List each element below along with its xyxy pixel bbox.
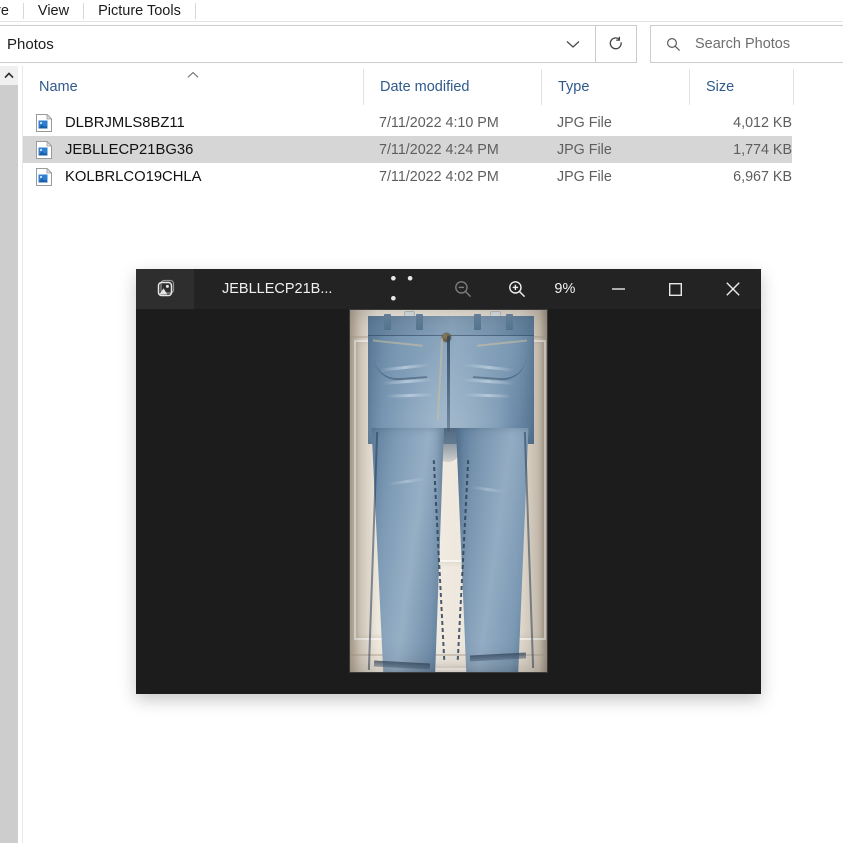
tab-view-label: View: [37, 2, 70, 19]
column-header-name-label: Name: [39, 79, 78, 95]
minimize-icon: [612, 288, 625, 290]
viewer-titlebar[interactable]: JEBLLECP21B... • • • 9%: [136, 269, 761, 309]
file-name: JEBLLECP21BG36: [65, 141, 194, 158]
jpg-file-icon: [23, 140, 65, 159]
chevron-up-icon: [4, 71, 14, 78]
zoom-out-icon: [455, 281, 472, 298]
zoom-level-label: 9%: [554, 281, 576, 297]
column-header-date-modified[interactable]: Date modified: [363, 69, 541, 105]
belt-loop: [506, 314, 513, 330]
column-header-size[interactable]: Size: [689, 69, 793, 105]
file-date-modified: 7/11/2022 4:10 PM: [379, 114, 499, 131]
viewer-image-canvas[interactable]: [136, 309, 761, 694]
zoom-in-icon: [509, 281, 526, 298]
jpg-file-icon: [23, 167, 65, 186]
ribbon-tab-strip: re View Picture Tools: [0, 0, 843, 21]
file-date-modified: 7/11/2022 4:24 PM: [379, 141, 499, 158]
file-size: 1,774 KB: [733, 141, 792, 158]
search-icon: [651, 37, 695, 52]
ribbon-divider-3: [194, 2, 196, 19]
sort-ascending-icon: [187, 71, 200, 79]
file-size: 6,967 KB: [733, 168, 792, 185]
zoom-out-button[interactable]: [442, 269, 484, 309]
address-bar[interactable]: Photos: [0, 25, 596, 63]
tab-share-label: re: [0, 2, 9, 19]
tab-view[interactable]: View: [24, 0, 83, 21]
outseam-right: [523, 432, 535, 668]
more-options-button[interactable]: • • •: [390, 269, 432, 309]
refresh-icon: [609, 36, 622, 49]
column-header-row: Name Date modified Type Size: [23, 69, 843, 105]
table-row[interactable]: KOLBRLCO19CHLA 7/11/2022 4:02 PM JPG Fil…: [23, 163, 792, 190]
maximize-icon: [669, 282, 682, 296]
search-input[interactable]: Search Photos: [650, 25, 843, 63]
breadcrumb[interactable]: Photos: [0, 36, 551, 53]
column-header-size-label: Size: [706, 79, 735, 95]
belt-loop: [416, 314, 423, 330]
jeans-fly-seam: [447, 336, 450, 432]
column-header-name[interactable]: Name: [23, 69, 363, 105]
file-size: 4,012 KB: [733, 114, 792, 131]
photos-app-icon[interactable]: [136, 269, 194, 309]
table-row[interactable]: JEBLLECP21BG36 7/11/2022 4:24 PM JPG Fil…: [23, 136, 792, 163]
column-header-type-label: Type: [558, 79, 590, 95]
file-type: JPG File: [557, 114, 612, 131]
chevron-down-icon[interactable]: [551, 26, 595, 62]
file-type: JPG File: [557, 141, 612, 158]
column-header-spacer: [793, 69, 841, 105]
file-list: DLBRJMLS8BZ11 7/11/2022 4:10 PM JPG File…: [23, 109, 843, 190]
file-name: KOLBRLCO19CHLA: [65, 168, 202, 185]
column-header-date-label: Date modified: [380, 79, 470, 95]
window-controls: [590, 269, 761, 309]
file-type: JPG File: [557, 168, 612, 185]
belt-loop: [384, 314, 391, 330]
pocket-stitch: [477, 339, 528, 347]
column-header-type[interactable]: Type: [541, 69, 689, 105]
explorer-window: re View Picture Tools Photos: [0, 0, 843, 843]
photo-image[interactable]: [349, 309, 548, 673]
jeans-garment: [350, 310, 547, 672]
maximize-button[interactable]: [647, 269, 704, 309]
close-icon: [725, 282, 740, 296]
table-row[interactable]: DLBRJMLS8BZ11 7/11/2022 4:10 PM JPG File…: [23, 109, 792, 136]
file-name: DLBRJMLS8BZ11: [65, 114, 185, 131]
jpg-file-icon: [23, 113, 65, 132]
pocket-stitch: [372, 339, 423, 347]
refresh-button[interactable]: [596, 25, 637, 63]
address-bar-row: Photos Search Photos: [0, 22, 843, 66]
belt-loop: [474, 314, 481, 330]
viewer-file-title: JEBLLECP21B...: [222, 281, 333, 297]
zoom-in-button[interactable]: [496, 269, 538, 309]
vertical-scrollbar[interactable]: [0, 66, 18, 843]
outseam-left: [367, 432, 379, 670]
search-placeholder: Search Photos: [695, 36, 791, 52]
file-date-modified: 7/11/2022 4:02 PM: [379, 168, 499, 185]
ellipsis-icon: • • •: [390, 269, 417, 308]
photos-viewer-window: JEBLLECP21B... • • • 9%: [136, 269, 761, 694]
scrollbar-thumb[interactable]: [0, 85, 18, 843]
tab-picture-tools[interactable]: Picture Tools: [84, 0, 195, 21]
minimize-button[interactable]: [590, 269, 647, 309]
scroll-up-button[interactable]: [0, 66, 18, 84]
tab-picture-tools-label: Picture Tools: [98, 2, 181, 19]
tab-share[interactable]: re: [0, 0, 23, 21]
close-button[interactable]: [704, 269, 761, 309]
